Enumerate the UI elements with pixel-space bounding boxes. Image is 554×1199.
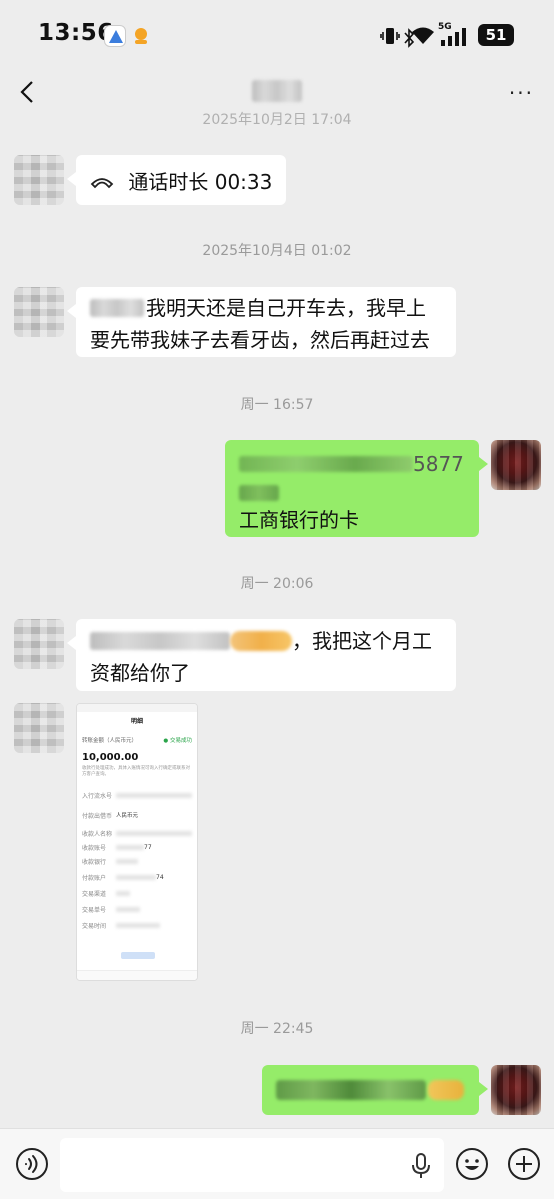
message-line: 资都给你了 [90,660,190,685]
call-duration-text: 通话时长 00:33 [128,169,273,194]
microphone-icon[interactable] [410,1152,432,1180]
signal-icon [441,28,466,46]
redacted-text [90,631,230,650]
timestamp: 2025年10月2日 17:04 [202,112,352,126]
receipt-row: 收款银行 [82,856,192,866]
avatar[interactable] [14,619,64,669]
message-line: ，我把这个月工 [90,623,442,657]
redacted-emoji [428,1080,464,1100]
receipt-row: 收款人名称 [82,828,192,838]
app-notification-icon-2 [130,25,152,47]
timestamp: 2025年10月4日 01:02 [202,243,352,259]
redacted-text [276,1080,426,1100]
avatar-self[interactable] [491,440,541,490]
receipt-navbar [77,970,197,980]
call-record-bubble[interactable]: 通话时长 00:33 [66,155,287,205]
app-notification-icon [104,25,126,47]
wifi-icon [412,27,434,44]
message-line: 我明天还是自己开车去，我早上 [90,290,442,324]
vibrate-icon [380,28,400,44]
avatar-self[interactable] [491,1065,541,1115]
voice-input-icon[interactable] [15,1147,49,1181]
message-bubble[interactable]: ，我把这个月工 资都给你了 [67,619,456,691]
add-more-icon[interactable] [507,1147,541,1181]
avatar[interactable] [14,703,64,753]
receipt-statusbar [77,704,197,712]
redacted-account-number [239,455,413,472]
receipt-row: 付款出借币 人民币元 [82,812,139,820]
message-input[interactable] [60,1138,444,1192]
chevron-left-icon[interactable] [14,72,46,112]
receipt-row: 交易渠道 [82,888,192,898]
receipt-note: 收款行处理成功，具体入账情况可询入行确定或联系对方客户查询。 [82,766,190,777]
avatar[interactable] [14,155,64,205]
message-line: 5877 [239,448,465,478]
receipt-row: 收款账号 77 [82,843,152,852]
transfer-receipt-image[interactable]: 明细 转账金额（人民币元） ● 交易成功 10,000.00 收款行处理成功，具… [76,703,198,981]
phone-call-icon [90,177,114,188]
status-bar: 13:56 5G 51 [0,0,554,68]
redacted-text [90,298,144,317]
battery-icon: 51 [478,24,514,46]
message-line: 要先带我妹子去看牙齿，然后再赶过去 [90,327,430,352]
receipt-row: 付款账户 74 [82,873,164,882]
receipt-status: ● 交易成功 [163,738,192,744]
receipt-row: 交易时间 [82,920,192,930]
battery-level: 51 [485,26,507,44]
timestamp: 周一 22:45 [240,1021,314,1037]
chat-header: ··· [0,68,554,116]
timestamp: 周一 16:57 [240,397,314,413]
receipt-button [121,952,155,959]
status-time: 13:56 [38,20,114,46]
receipt-row: 入行流水号 [82,790,192,800]
receipt-header: 明细 [130,718,143,725]
contact-name-redacted [252,80,302,102]
message-line [239,478,465,506]
chat-input-bar [0,1128,554,1199]
timestamp: 周一 20:06 [240,576,314,592]
message-line: 工商银行的卡 [239,507,359,532]
receipt-amount: 10,000.00 [82,752,139,763]
more-options-icon[interactable]: ··· [509,83,534,103]
message-bubble-self[interactable]: 5877 工商银行的卡 [225,440,488,537]
receipt-label: 转账金额（人民币元） [82,738,138,744]
receipt-row: 交易单号 [82,904,192,914]
avatar[interactable] [14,287,64,337]
redacted-text [239,485,279,501]
emoji-icon[interactable] [455,1147,489,1181]
message-bubble[interactable]: 我明天还是自己开车去，我早上 要先带我妹子去看牙齿，然后再赶过去 [67,287,456,357]
redacted-emoji [230,630,292,651]
message-bubble-self[interactable] [262,1065,488,1115]
